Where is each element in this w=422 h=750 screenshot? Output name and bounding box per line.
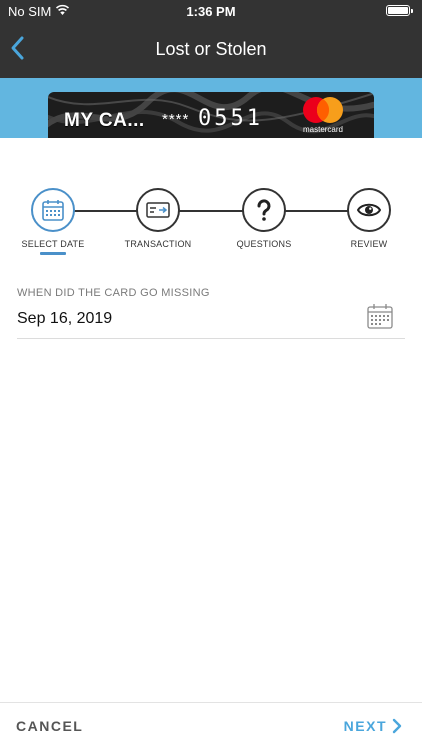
step-label-questions: QUESTIONS — [236, 239, 292, 249]
status-time: 1:36 PM — [186, 4, 236, 19]
eye-icon — [357, 203, 381, 217]
step-review[interactable] — [347, 188, 391, 232]
nav-bar: Lost or Stolen — [0, 22, 422, 78]
active-step-indicator — [40, 252, 66, 255]
top-bar: No SIM 1:36 PM Lost or Stolen — [0, 0, 422, 78]
mastercard-logo-icon — [303, 97, 343, 123]
calendar-icon — [42, 200, 64, 221]
question-icon — [257, 199, 271, 221]
step-label-review: REVIEW — [350, 239, 388, 249]
battery-icon — [386, 5, 413, 16]
step-questions[interactable] — [242, 188, 286, 232]
card-image: MY CA... **** 0551 mastercard — [48, 92, 374, 138]
step-label-select-date: SELECT DATE — [21, 239, 85, 249]
card-masked-digits: **** — [162, 111, 190, 128]
card-network-label: mastercard — [302, 125, 343, 134]
next-button[interactable]: NEXT — [344, 718, 402, 734]
field-divider — [17, 338, 405, 339]
calendar-picker-icon[interactable] — [366, 302, 394, 330]
next-button-label: NEXT — [343, 718, 387, 734]
step-transaction[interactable] — [136, 188, 180, 232]
cancel-button[interactable]: CANCEL — [16, 718, 83, 734]
card-transaction-icon — [146, 202, 170, 218]
footer-divider — [0, 702, 422, 703]
step-select-date[interactable] — [31, 188, 75, 232]
missing-date-label: WHEN DID THE CARD GO MISSING — [17, 287, 210, 299]
progress-stepper: SELECT DATE TRANSACTION QUESTIONS REVIEW — [0, 184, 422, 254]
page-title: Lost or Stolen — [155, 39, 267, 59]
status-bar: No SIM 1:36 PM — [0, 0, 422, 22]
step-label-transaction: TRANSACTION — [124, 239, 192, 249]
chevron-right-icon — [392, 718, 402, 734]
card-last-four: 0551 — [198, 106, 263, 131]
app-root: No SIM 1:36 PM Lost or Stolen MY CA... *… — [0, 0, 422, 750]
stepper-line — [53, 210, 369, 212]
missing-date-value[interactable]: Sep 16, 2019 — [17, 310, 112, 328]
card-name: MY CA... — [64, 110, 145, 131]
card-banner: MY CA... **** 0551 mastercard — [0, 78, 422, 138]
